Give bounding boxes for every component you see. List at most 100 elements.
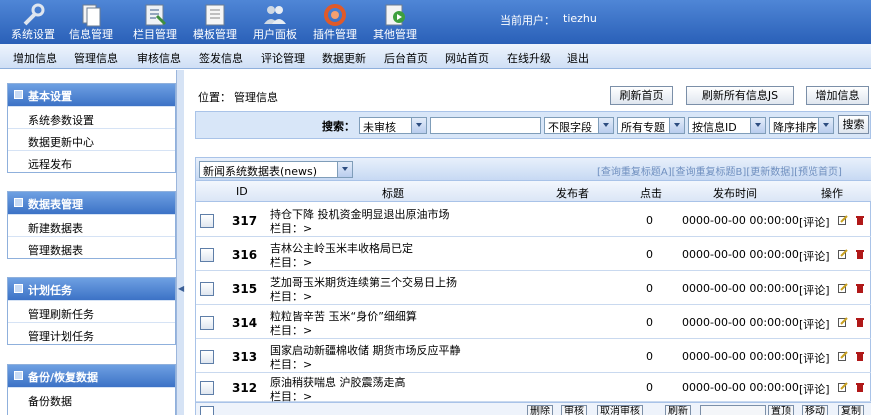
delete-icon[interactable] xyxy=(856,249,864,259)
toolbar-other-manage[interactable]: 其他管理 xyxy=(366,0,424,44)
menu-site-home[interactable]: 网站首页 xyxy=(445,50,489,66)
bulk-level-select[interactable] xyxy=(700,405,766,415)
row-checkbox[interactable] xyxy=(200,248,214,262)
toolbar-label: 栏目管理 xyxy=(133,28,177,41)
sidebar-group-tables: 数据表管理 新建数据表 管理数据表 xyxy=(7,191,176,259)
bulk-move-button[interactable]: 移动 xyxy=(802,405,828,415)
sidebar-item-backup-data[interactable]: 备份数据 xyxy=(8,387,175,409)
sidebar-item-manage-tables[interactable]: 管理数据表 xyxy=(8,236,175,258)
preview-home-link[interactable]: [预览首页] xyxy=(794,167,842,178)
position-value: 管理信息 xyxy=(234,91,278,104)
row-comment-link[interactable]: [评论] xyxy=(799,350,830,366)
delete-icon[interactable] xyxy=(856,382,864,392)
row-comment-link[interactable]: [评论] xyxy=(799,381,830,397)
bulk-delete-button[interactable]: 删除 xyxy=(527,405,553,415)
column-header-ops: 操作 xyxy=(821,187,843,200)
delete-icon[interactable] xyxy=(856,351,864,361)
status-select[interactable]: 未审核 xyxy=(359,117,427,134)
row-comment-link[interactable]: [评论] xyxy=(799,316,830,332)
search-button[interactable]: 搜索 xyxy=(838,115,869,134)
collapse-square-icon xyxy=(14,371,23,380)
row-comment-link[interactable]: [评论] xyxy=(799,214,830,230)
collapse-arrow-icon[interactable]: ◀ xyxy=(178,284,184,293)
sidebar-item-data-update-center[interactable]: 数据更新中心 xyxy=(8,128,175,150)
sidebar-splitter[interactable]: ◀ xyxy=(176,70,184,415)
row-time: 0000-00-00 00:00:00 xyxy=(682,381,799,394)
add-info-button[interactable]: 增加信息 xyxy=(806,86,869,105)
row-checkbox[interactable] xyxy=(200,381,214,395)
row-checkbox[interactable] xyxy=(200,282,214,296)
sort-by-select[interactable]: 按信息ID xyxy=(688,117,766,134)
edit-icon[interactable] xyxy=(838,317,848,327)
edit-icon[interactable] xyxy=(838,351,848,361)
sidebar-group-title[interactable]: 计划任务 xyxy=(8,278,175,300)
bulk-review-button[interactable]: 审核 xyxy=(561,405,587,415)
update-data-link[interactable]: [更新数据] xyxy=(746,167,794,178)
column-header-id: ID xyxy=(236,185,248,198)
row-comment-link[interactable]: [评论] xyxy=(799,248,830,264)
menu-data-update[interactable]: 数据更新 xyxy=(322,50,366,66)
menu-online-upgrade[interactable]: 在线升级 xyxy=(507,50,551,66)
sidebar-item-new-table[interactable]: 新建数据表 xyxy=(8,214,175,236)
edit-icon[interactable] xyxy=(838,215,848,225)
row-clicks: 0 xyxy=(646,214,653,227)
position-label: 位置： xyxy=(198,91,231,104)
row-comment-link[interactable]: [评论] xyxy=(799,282,830,298)
delete-icon[interactable] xyxy=(856,283,864,293)
bulk-cancel-review-button[interactable]: 取消审核 xyxy=(597,405,643,415)
order-select[interactable]: 降序排序 xyxy=(769,117,834,134)
sidebar-group-title[interactable]: 备份/恢复数据 xyxy=(8,365,175,387)
row-checkbox[interactable] xyxy=(200,316,214,330)
select-all-checkbox[interactable] xyxy=(200,406,214,415)
sidebar-item-refresh-tasks[interactable]: 管理刷新任务 xyxy=(8,300,175,322)
current-user-name: tiezhu xyxy=(563,12,597,25)
row-column: 栏目：> xyxy=(270,290,313,303)
menu-logout[interactable]: 退出 xyxy=(567,50,589,66)
row-clicks: 0 xyxy=(646,381,653,394)
toolbar-system-settings[interactable]: 系统设置 xyxy=(4,0,62,44)
collapse-square-icon xyxy=(14,284,23,293)
refresh-all-js-button[interactable]: 刷新所有信息JS xyxy=(686,86,794,105)
edit-icon[interactable] xyxy=(838,283,848,293)
sidebar-item-remote-publish[interactable]: 远程发布 xyxy=(8,150,175,172)
search-input[interactable] xyxy=(430,117,541,134)
query-duplicate-a-link[interactable]: [查询重复标题A] xyxy=(597,167,672,178)
menu-admin-home[interactable]: 后台首页 xyxy=(384,50,428,66)
edit-icon[interactable] xyxy=(838,249,848,259)
row-checkbox[interactable] xyxy=(200,350,214,364)
toolbar-plugin-manage[interactable]: 插件管理 xyxy=(306,0,364,44)
sidebar-group-title[interactable]: 基本设置 xyxy=(8,84,175,106)
toolbar-template-manage[interactable]: 模板管理 xyxy=(186,0,244,44)
bulk-copy-button[interactable]: 复制 xyxy=(838,405,864,415)
menu-review-info[interactable]: 审核信息 xyxy=(137,50,181,66)
other-manage-icon xyxy=(385,4,405,26)
table-select[interactable]: 新闻系统数据表(news) xyxy=(199,161,353,178)
topic-select[interactable]: 所有专题 xyxy=(617,117,685,134)
field-select[interactable]: 不限字段 xyxy=(544,117,614,134)
row-id: 316 xyxy=(232,248,258,262)
sidebar-item-system-params[interactable]: 系统参数设置 xyxy=(8,106,175,128)
menu-manage-info[interactable]: 管理信息 xyxy=(74,50,118,66)
toolbar-info-manage[interactable]: 信息管理 xyxy=(62,0,120,44)
menu-add-info[interactable]: 增加信息 xyxy=(13,50,57,66)
delete-icon[interactable] xyxy=(856,317,864,327)
row-time: 0000-00-00 00:00:00 xyxy=(682,248,799,261)
sidebar-item-scheduled-tasks[interactable]: 管理计划任务 xyxy=(8,322,175,344)
row-checkbox[interactable] xyxy=(200,214,214,228)
menu-bar: 增加信息 管理信息 审核信息 签发信息 评论管理 数据更新 后台首页 网站首页 … xyxy=(0,44,871,69)
edit-icon[interactable] xyxy=(838,382,848,392)
bulk-refresh-button[interactable]: 刷新 xyxy=(665,405,691,415)
toolbar-column-manage[interactable]: 栏目管理 xyxy=(126,0,184,44)
table-header xyxy=(196,180,871,202)
refresh-home-button[interactable]: 刷新首页 xyxy=(610,86,673,105)
sidebar-group-title[interactable]: 数据表管理 xyxy=(8,192,175,214)
row-id: 314 xyxy=(232,316,258,330)
row-clicks: 0 xyxy=(646,316,653,329)
menu-sign-info[interactable]: 签发信息 xyxy=(199,50,243,66)
delete-icon[interactable] xyxy=(856,215,864,225)
sidebar-group-tasks: 计划任务 管理刷新任务 管理计划任务 xyxy=(7,277,176,345)
bulk-top-button[interactable]: 置顶 xyxy=(768,405,794,415)
menu-comment-manage[interactable]: 评论管理 xyxy=(261,50,305,66)
toolbar-user-panel[interactable]: 用户面板 xyxy=(246,0,304,44)
query-duplicate-b-link[interactable]: [查询重复标题B] xyxy=(672,167,747,178)
